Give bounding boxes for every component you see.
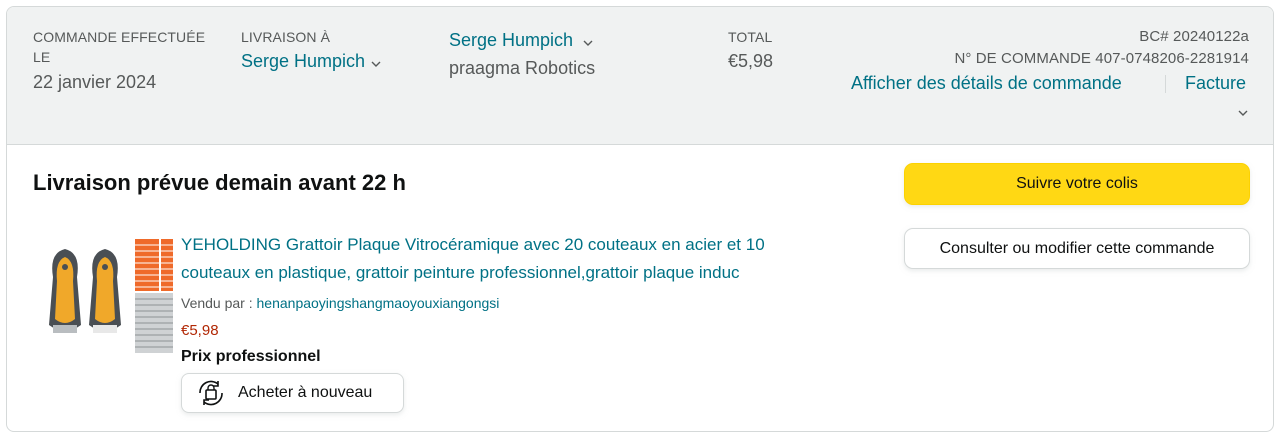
order-placed-label: COMMANDE EFFECTUÉE xyxy=(33,29,206,45)
buyer-company: praagma Robotics xyxy=(449,58,596,79)
chevron-down-icon xyxy=(583,29,593,53)
order-placed-label-2: LE xyxy=(33,49,51,65)
order-number: N° DE COMMANDE 407-0748206-2281914 xyxy=(954,50,1249,67)
po-number: BC# 20240122a xyxy=(1139,28,1249,45)
ship-to-dropdown[interactable]: Serge Humpich xyxy=(241,49,381,74)
sold-by: Vendu par : henanpaoyingshangmaoyouxiang… xyxy=(181,295,499,311)
order-header: COMMANDE EFFECTUÉE LE 22 janvier 2024 LI… xyxy=(7,7,1273,145)
modify-order-button[interactable]: Consulter ou modifier cette commande xyxy=(904,228,1250,269)
ship-to-label: LIVRAISON À xyxy=(241,29,331,45)
track-package-button[interactable]: Suivre votre colis xyxy=(904,163,1250,205)
order-card: COMMANDE EFFECTUÉE LE 22 janvier 2024 LI… xyxy=(6,6,1274,432)
total-label: TOTAL xyxy=(728,29,773,45)
order-details-link[interactable]: Afficher des détails de commande xyxy=(851,71,1122,95)
order-info-column: BC# 20240122a N° DE COMMANDE 407-0748206… xyxy=(954,27,1249,69)
link-separator xyxy=(1165,75,1166,93)
chevron-down-icon xyxy=(371,50,381,74)
delivery-title: Livraison prévue demain avant 22 h xyxy=(33,170,406,195)
product-image[interactable] xyxy=(41,237,175,357)
buyer-name: Serge Humpich xyxy=(449,30,574,50)
business-price-label: Prix professionnel xyxy=(181,348,321,365)
order-placed-column: COMMANDE EFFECTUÉE LE 22 janvier 2024 xyxy=(33,27,223,94)
invoice-link[interactable]: Facture xyxy=(1185,71,1246,95)
order-date: 22 janvier 2024 xyxy=(33,72,157,92)
buyer-dropdown[interactable]: Serge Humpich xyxy=(449,28,595,53)
product-title-link[interactable]: YEHOLDING Grattoir Plaque Vitrocéramique… xyxy=(181,231,821,287)
seller-link[interactable]: henanpaoyingshangmaoyouxiangongsi xyxy=(257,295,500,311)
ship-to-column: LIVRAISON À Serge Humpich xyxy=(241,27,381,74)
ship-to-name: Serge Humpich xyxy=(241,51,366,71)
buy-again-label: Acheter à nouveau xyxy=(238,384,373,401)
buy-again-button[interactable]: Acheter à nouveau xyxy=(181,373,404,413)
order-body: Livraison prévue demain avant 22 h Suivr… xyxy=(7,145,1273,431)
total-value: €5,98 xyxy=(728,51,774,71)
buyer-column: Serge Humpich praagma Robotics xyxy=(449,28,595,80)
item-price: €5,98 xyxy=(181,322,219,339)
buy-again-icon xyxy=(199,380,223,406)
invoice-chevron-down-icon[interactable] xyxy=(1238,104,1248,122)
total-column: TOTAL €5,98 xyxy=(728,27,773,73)
sold-by-label: Vendu par : xyxy=(181,295,253,311)
